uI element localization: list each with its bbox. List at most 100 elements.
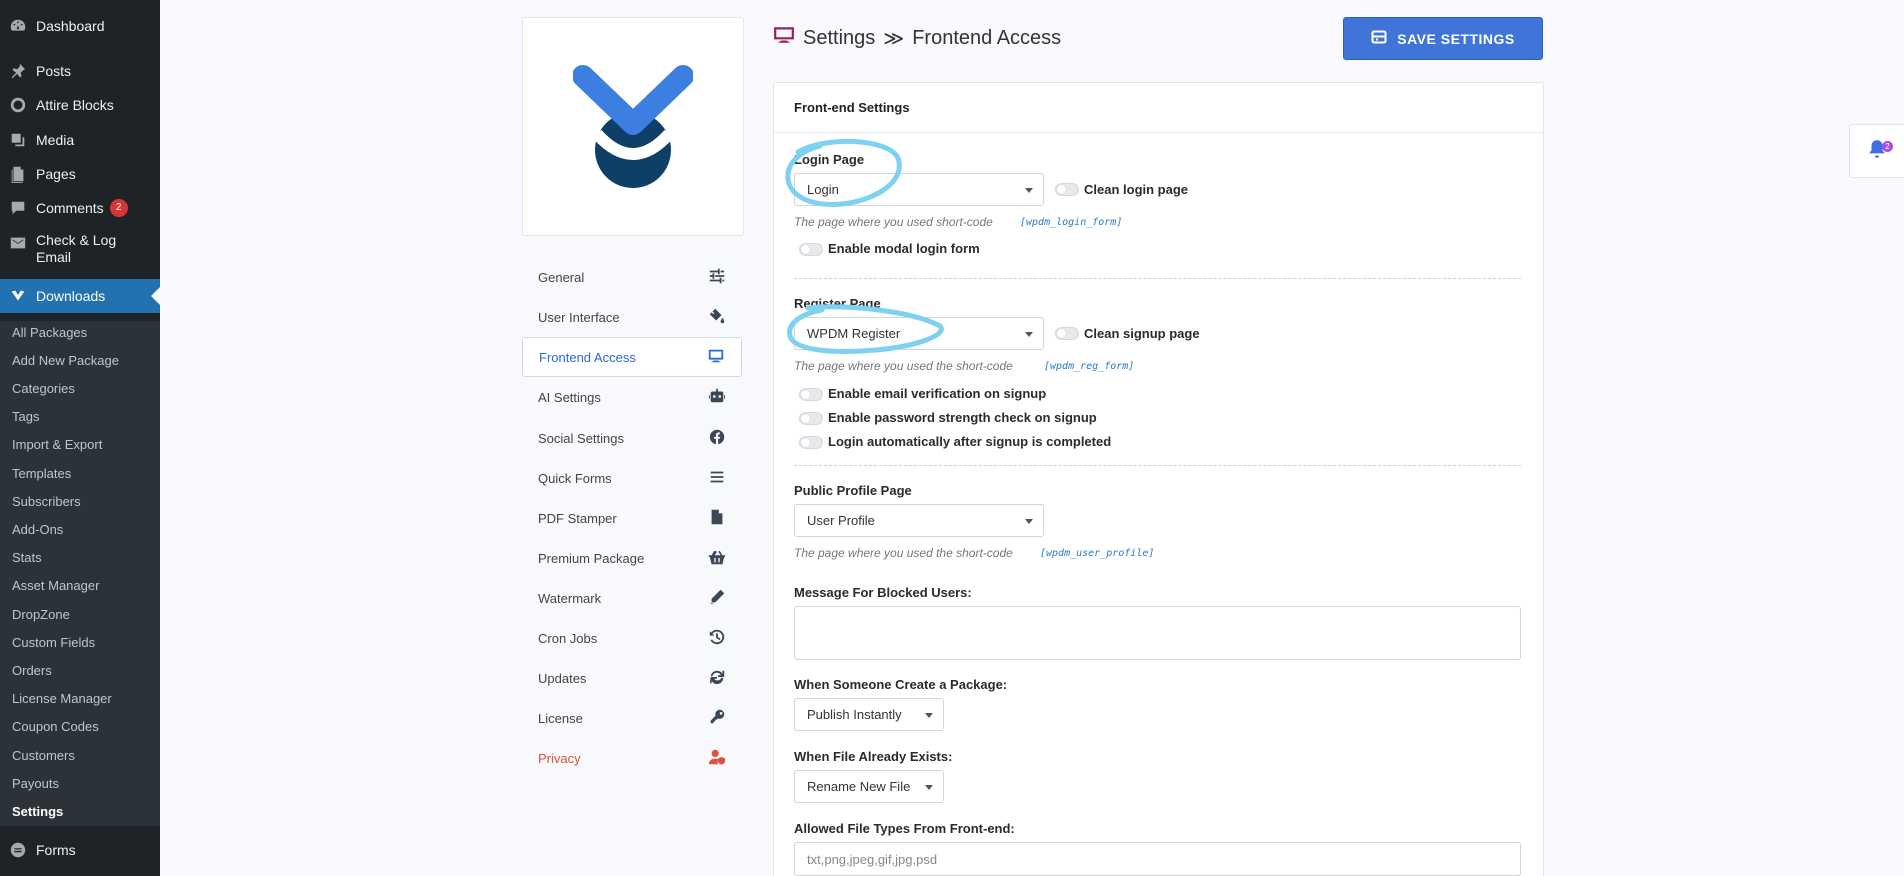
submenu-add-ons[interactable]: Add-Ons (12, 522, 63, 537)
password-strength-toggle[interactable] (799, 412, 823, 425)
login-page-label: Login Page (794, 152, 865, 167)
nav-pdf-stamper[interactable]: PDF Stamper (522, 499, 742, 537)
clean-signup-label: Clean signup page (1084, 326, 1200, 341)
notification-button[interactable]: 2 (1849, 124, 1904, 178)
dashboard-icon (0, 17, 36, 35)
nav-label: Privacy (538, 750, 581, 766)
menu-downloads[interactable]: Downloads (0, 279, 160, 313)
nav-license[interactable]: License (522, 699, 742, 737)
downloads-icon (0, 287, 36, 305)
password-strength-label: Enable password strength check on signup (828, 410, 1097, 425)
nav-watermark[interactable]: Watermark (522, 579, 742, 617)
email-verification-toggle[interactable] (799, 388, 823, 401)
clean-login-toggle[interactable] (1055, 183, 1079, 196)
downloads-submenu: All Packages Add New Package Categories … (0, 321, 160, 826)
pdf-file-icon (708, 508, 726, 529)
allowed-types-input[interactable]: txt,png,jpeg,gif,jpg,psd (794, 842, 1521, 876)
blocked-message-label: Message For Blocked Users: (794, 585, 972, 600)
clean-signup-toggle[interactable] (1055, 327, 1079, 340)
profile-hint: The page where you used the short-code (794, 546, 1013, 560)
refresh-icon (708, 668, 726, 689)
monitor-icon (773, 24, 795, 52)
notification-count-badge: 2 (1882, 141, 1893, 152)
nav-label: Watermark (538, 590, 602, 606)
nav-label: Premium Package (538, 550, 645, 566)
submenu-license-manager[interactable]: License Manager (12, 691, 112, 706)
login-shortcode: [wpdm_login_form] (1020, 217, 1123, 228)
breadcrumb-section: Settings (803, 26, 876, 49)
nav-cron-jobs[interactable]: Cron Jobs (522, 619, 742, 657)
modal-login-toggle[interactable] (799, 243, 823, 256)
submenu-custom-fields[interactable]: Custom Fields (12, 635, 95, 650)
create-package-select[interactable]: Publish Instantly (794, 698, 944, 731)
menu-media[interactable]: Media (0, 128, 160, 152)
menu-dashboard[interactable]: Dashboard (0, 14, 160, 38)
submenu-tags[interactable]: Tags (12, 409, 39, 424)
menu-check-log-email[interactable]: Check & Log Email (0, 232, 160, 272)
menu-forms[interactable]: Forms (0, 838, 160, 862)
submenu-customers[interactable]: Customers (12, 748, 75, 763)
nav-premium-package[interactable]: Premium Package (522, 539, 742, 577)
login-page-select[interactable]: Login (794, 173, 1044, 206)
menu-comments[interactable]: Comments 2 (0, 196, 160, 220)
select-value: Login (807, 182, 839, 197)
create-package-label: When Someone Create a Package: (794, 677, 1008, 692)
submenu-all-packages[interactable]: All Packages (12, 325, 87, 340)
menu-label: Media (36, 132, 75, 148)
menu-label: Attire Blocks (36, 97, 114, 113)
key-icon (708, 708, 726, 729)
select-value: WPDM Register (807, 326, 901, 341)
menu-pages[interactable]: Pages (0, 162, 160, 186)
submenu-stats[interactable]: Stats (12, 550, 42, 565)
breadcrumb-page: Frontend Access (912, 26, 1062, 49)
submenu-categories[interactable]: Categories (12, 381, 75, 396)
save-settings-button[interactable]: SAVE SETTINGS (1343, 17, 1543, 60)
wpdm-logo (573, 64, 693, 188)
frontend-settings-panel: Front-end Settings Login Page Login Clea… (773, 82, 1544, 876)
profile-page-select[interactable]: User Profile (794, 504, 1044, 537)
blocked-message-textarea[interactable] (794, 606, 1521, 660)
basket-icon (708, 548, 726, 569)
submenu-subscribers[interactable]: Subscribers (12, 494, 81, 509)
nav-label: Frontend Access (539, 349, 636, 365)
profile-page-label: Public Profile Page (794, 483, 912, 498)
menu-label: Dashboard (36, 18, 105, 34)
login-hint: The page where you used short-code (794, 215, 993, 229)
clean-login-label: Clean login page (1084, 182, 1189, 197)
nav-privacy[interactable]: Privacy (522, 739, 742, 777)
user-shield-icon (708, 748, 726, 769)
pages-icon (0, 165, 36, 183)
nav-quick-forms[interactable]: Quick Forms (522, 459, 742, 497)
submenu-payouts[interactable]: Payouts (12, 776, 59, 791)
submenu-add-new-package[interactable]: Add New Package (12, 353, 119, 368)
nav-social-settings[interactable]: Social Settings (522, 419, 742, 457)
auto-login-toggle[interactable] (799, 436, 823, 449)
submenu-settings[interactable]: Settings (12, 804, 63, 819)
section-divider (794, 278, 1521, 279)
nav-general[interactable]: General (522, 258, 742, 296)
nav-updates[interactable]: Updates (522, 659, 742, 697)
submenu-import-export[interactable]: Import & Export (12, 437, 102, 452)
submenu-templates[interactable]: Templates (12, 466, 71, 481)
menu-attire-blocks[interactable]: Attire Blocks (0, 93, 160, 117)
menu-label: Check & Log (36, 232, 117, 248)
auto-login-label: Login automatically after signup is comp… (828, 434, 1112, 449)
menu-label: Posts (36, 63, 72, 79)
breadcrumb-separator: ≫ (883, 27, 905, 50)
submenu-asset-manager[interactable]: Asset Manager (12, 578, 99, 593)
nav-user-interface[interactable]: User Interface (522, 298, 742, 336)
menu-label: Downloads (36, 288, 106, 304)
forms-icon (0, 841, 36, 859)
submenu-coupon-codes[interactable]: Coupon Codes (12, 719, 99, 734)
nav-ai-settings[interactable]: AI Settings (522, 378, 742, 416)
menu-label-line2: Email (36, 249, 72, 265)
register-page-select[interactable]: WPDM Register (794, 317, 1044, 350)
nav-frontend-access[interactable]: Frontend Access (522, 337, 742, 377)
modal-login-label: Enable modal login form (828, 241, 980, 256)
submenu-dropzone[interactable]: DropZone (12, 607, 70, 622)
submenu-orders[interactable]: Orders (12, 663, 52, 678)
menu-posts[interactable]: Posts (0, 59, 160, 83)
file-exists-select[interactable]: Rename New File (794, 770, 944, 803)
email-verification-label: Enable email verification on signup (828, 386, 1047, 401)
menu-label: Forms (36, 842, 76, 858)
